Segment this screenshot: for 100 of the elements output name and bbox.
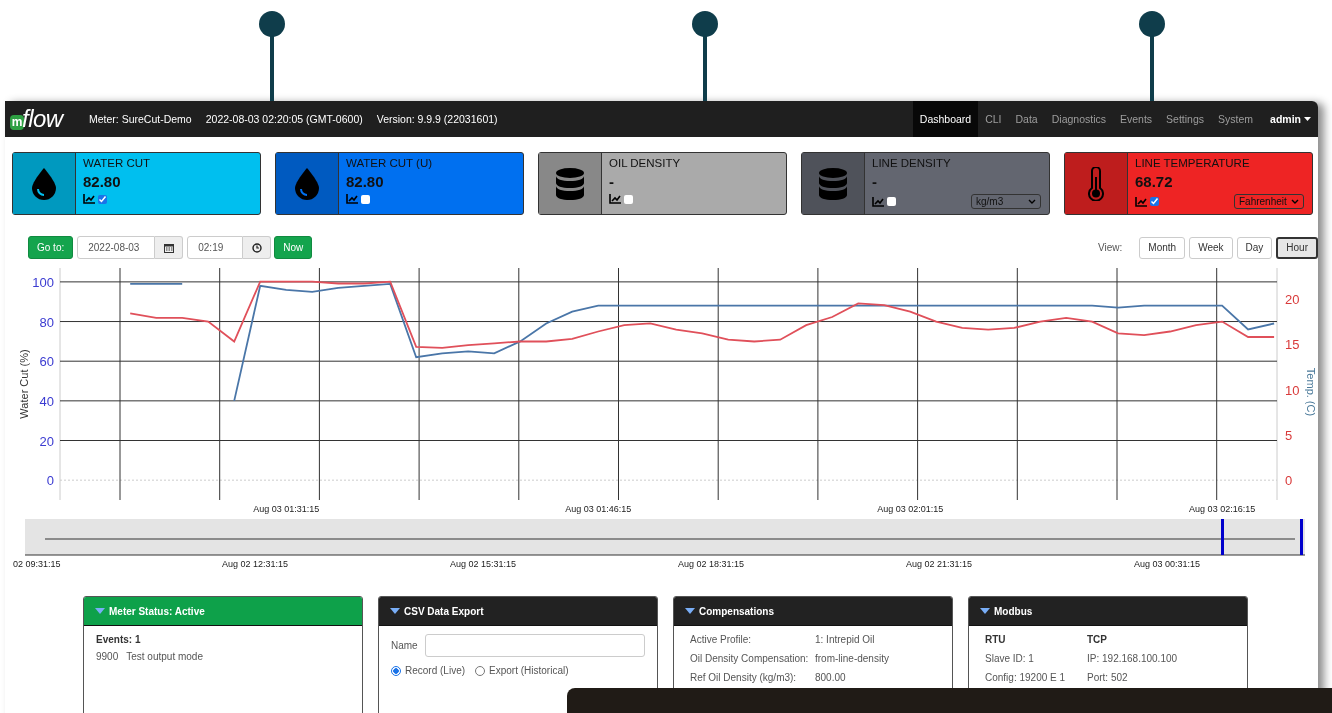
y-tick-label: 10 xyxy=(1285,382,1300,398)
card-title: LINE DENSITY xyxy=(872,157,952,169)
nav-item[interactable]: Dashboard xyxy=(912,101,979,137)
property-label: Ref Oil Density (kg/m3): xyxy=(690,672,798,683)
property-label: Oil Density Compensation: xyxy=(690,653,810,664)
property-value: 800.00 xyxy=(815,672,846,683)
chart-checkbox[interactable] xyxy=(361,194,370,204)
view-button[interactable]: Day xyxy=(1236,236,1273,259)
navigator-tick-label: Aug 02 15:31:15 xyxy=(449,559,517,569)
y-tick-label: 60 xyxy=(39,354,54,370)
chart-icon xyxy=(609,194,621,204)
caret-icon xyxy=(980,608,990,614)
calendar-button[interactable] xyxy=(155,236,184,259)
caret-icon xyxy=(1291,199,1299,204)
chart-icon xyxy=(346,194,358,204)
date-field[interactable]: 2022-08-03 xyxy=(77,236,156,259)
chart-icon xyxy=(872,196,884,207)
navigator-tick-label: Aug 03 00:31:15 xyxy=(1133,559,1201,569)
card-value: - xyxy=(609,173,615,191)
view-button[interactable]: Hour xyxy=(1276,236,1318,259)
thermometer-icon xyxy=(1088,166,1104,201)
caret-icon xyxy=(95,608,105,614)
database-icon xyxy=(556,167,584,200)
clock-button[interactable] xyxy=(243,236,272,259)
y-tick-label: 20 xyxy=(1285,291,1300,307)
field-label: Name xyxy=(391,640,418,651)
time-field[interactable]: 02:19 xyxy=(187,236,244,259)
calendar-icon xyxy=(163,242,174,253)
database-icon xyxy=(819,167,847,200)
navigator-tick-label: 02 09:31:15 xyxy=(13,559,61,569)
card-title: WATER CUT (U) xyxy=(346,157,434,169)
card-value: 68.72 xyxy=(1135,173,1174,191)
radio-option[interactable]: Record (Live) xyxy=(391,665,466,676)
column-heading: TCP xyxy=(1087,634,1108,645)
property-value: 1: Intrepid Oil xyxy=(815,634,875,645)
y-tick-label: 0 xyxy=(46,473,54,489)
chart-checkbox[interactable] xyxy=(1150,197,1159,206)
y-tick-label: 15 xyxy=(1285,337,1300,353)
modbus-value: Slave ID: 1 xyxy=(985,653,1035,664)
drop-icon xyxy=(295,167,319,200)
x-tick-label: Aug 03 01:46:15 xyxy=(565,504,632,514)
unit-select[interactable]: Fahrenheit xyxy=(1234,194,1304,209)
navigator-tick-label: Aug 02 21:31:15 xyxy=(905,559,973,569)
view-button[interactable]: Month xyxy=(1139,236,1186,259)
panel-title: Meter Status: Active xyxy=(109,605,205,617)
caret-icon xyxy=(1304,117,1311,121)
panel-header[interactable]: Compensations xyxy=(674,597,952,626)
caret-icon xyxy=(685,608,695,614)
radio-button[interactable] xyxy=(391,665,401,676)
y-tick-label: 20 xyxy=(39,433,54,449)
y-tick-label: 100 xyxy=(32,274,54,290)
y-tick-label: 5 xyxy=(1285,427,1293,443)
event-text: Test output mode xyxy=(126,651,203,662)
property-label: Active Profile: xyxy=(690,634,753,645)
nav-item[interactable]: Events xyxy=(1113,101,1160,137)
panel-title: Modbus xyxy=(994,605,1033,617)
card-title: WATER CUT xyxy=(83,157,152,169)
meter-name: Meter: SureCut-Demo xyxy=(89,113,192,125)
y-axis-title: Water Cut (%) xyxy=(18,349,30,419)
x-tick-label: Aug 03 01:31:15 xyxy=(253,504,320,514)
card-value: 82.80 xyxy=(346,173,385,191)
y-tick-label: 0 xyxy=(1285,473,1293,489)
events-count: Events: 1 xyxy=(96,634,142,645)
y-tick-label: 80 xyxy=(39,314,54,330)
logo-text: flow xyxy=(22,105,63,133)
nav-item[interactable]: Settings xyxy=(1159,101,1212,137)
panel-header[interactable]: Modbus xyxy=(969,597,1247,626)
caret-icon xyxy=(1028,199,1036,204)
version-text: Version: 9.9.9 (22031601) xyxy=(376,113,498,125)
x-tick-label: Aug 03 02:16:15 xyxy=(1189,504,1256,514)
range-handle[interactable] xyxy=(1300,519,1303,555)
card-title: OIL DENSITY xyxy=(609,157,682,169)
nav-item[interactable]: CLI xyxy=(978,101,1009,137)
nav-item[interactable]: Diagnostics xyxy=(1044,101,1113,137)
view-button[interactable]: Week xyxy=(1189,236,1233,259)
chart-icon xyxy=(1135,196,1147,207)
view-label: View: xyxy=(1098,242,1123,253)
user-menu[interactable]: admin xyxy=(1260,113,1318,125)
nav-item[interactable]: System xyxy=(1211,101,1261,137)
name-field[interactable] xyxy=(424,634,645,657)
chart-checkbox[interactable] xyxy=(887,197,896,206)
logo-badge: m xyxy=(10,114,24,130)
panel-header[interactable]: CSV Data Export xyxy=(379,597,657,626)
drop-icon xyxy=(32,167,56,200)
card-value: 82.80 xyxy=(83,173,122,191)
range-handle[interactable] xyxy=(1221,519,1224,555)
clock-icon xyxy=(251,242,262,253)
panel-title: Compensations xyxy=(699,605,774,617)
radio-option[interactable]: Export (Historical) xyxy=(475,665,569,676)
chart-icon xyxy=(83,194,95,204)
navigator-tick-label: Aug 02 12:31:15 xyxy=(221,559,289,569)
chart-checkbox[interactable] xyxy=(98,194,107,204)
column-heading: RTU xyxy=(985,634,1007,645)
nav-item[interactable]: Data xyxy=(1008,101,1045,137)
property-value: from-line-density xyxy=(815,653,889,664)
chart-checkbox[interactable] xyxy=(624,194,633,204)
card-title: LINE TEMPERATURE xyxy=(1135,157,1251,169)
x-tick-label: Aug 03 02:01:15 xyxy=(877,504,944,514)
meter-datetime: 2022-08-03 02:20:05 (GMT-0600) xyxy=(205,113,363,125)
panel-title: CSV Data Export xyxy=(404,605,484,617)
